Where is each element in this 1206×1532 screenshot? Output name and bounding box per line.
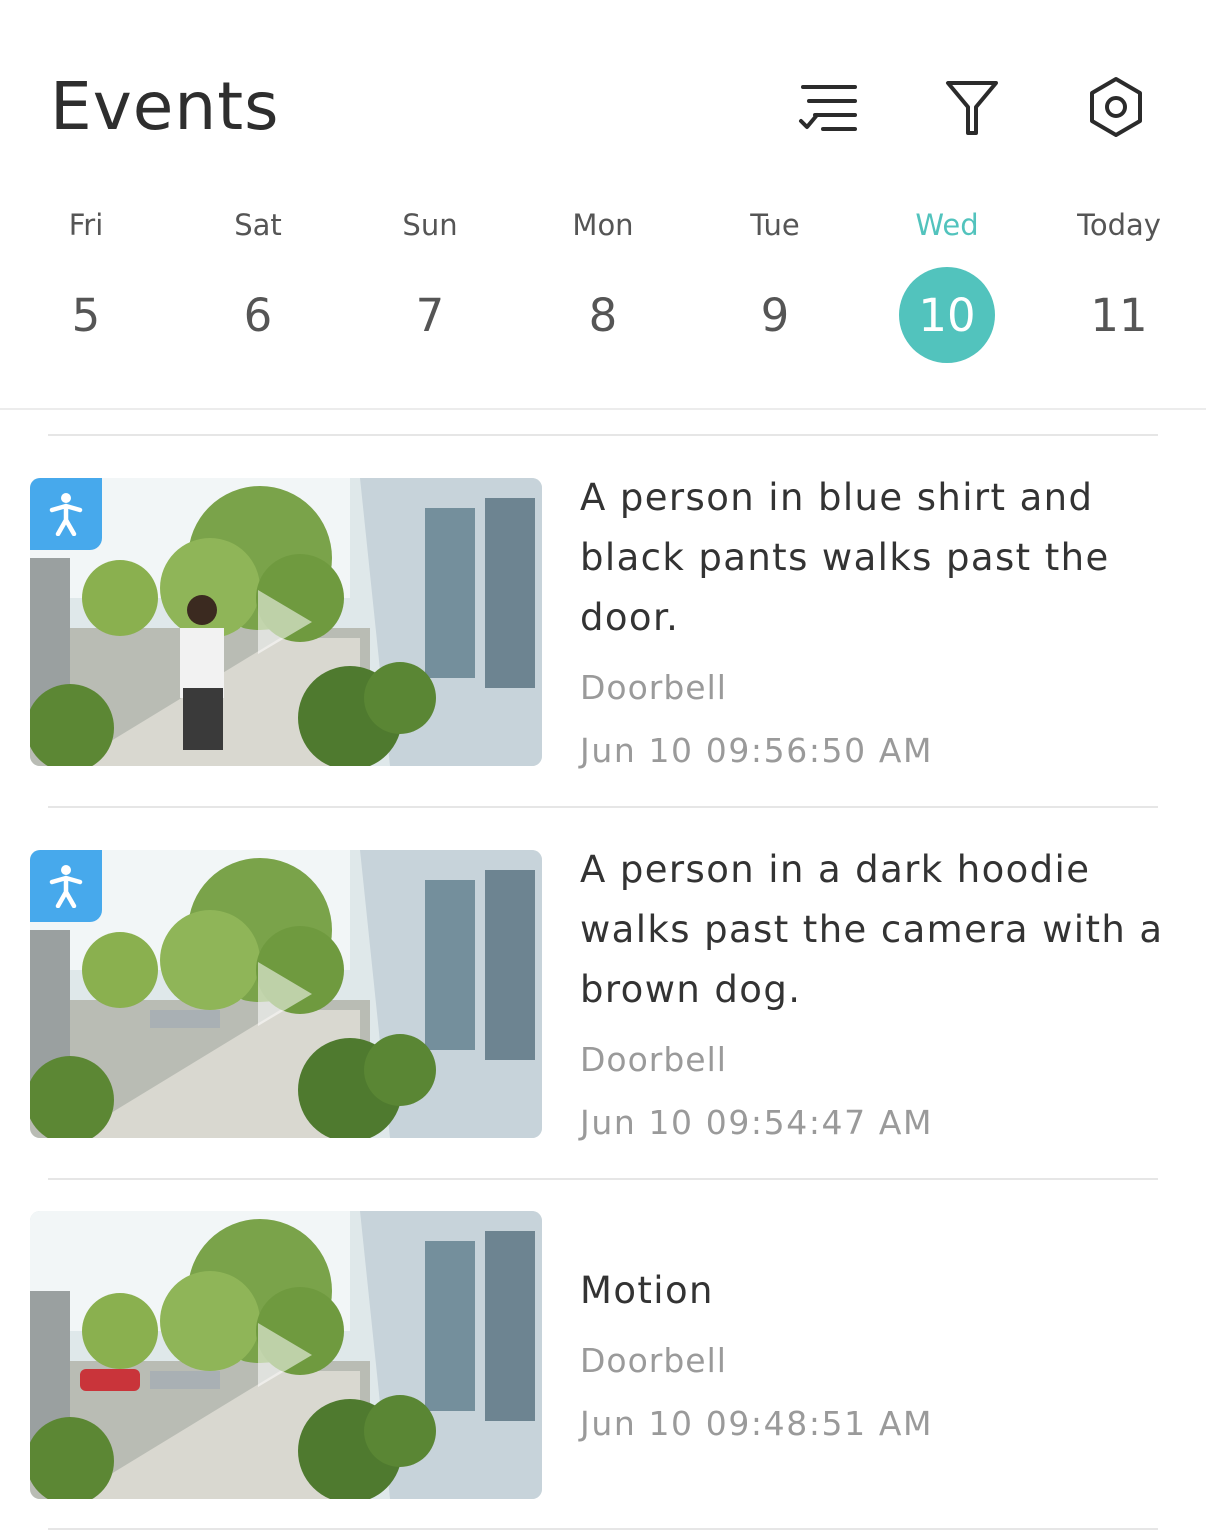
- day-name: Fri: [68, 208, 104, 242]
- day-name: Sat: [234, 208, 282, 242]
- filter-icon: [946, 81, 998, 135]
- day-number: 8: [588, 288, 618, 342]
- divider: [48, 1178, 1158, 1180]
- play-icon[interactable]: [252, 958, 316, 1030]
- event-title: Motion: [580, 1269, 714, 1312]
- event-item[interactable]: Motion Doorbell Jun 10 09:48:51 AM: [0, 1211, 1206, 1511]
- event-thumbnail[interactable]: [30, 1211, 542, 1499]
- day-wed[interactable]: Wed 10: [887, 200, 1007, 370]
- divider: [48, 1528, 1158, 1530]
- event-title: A person in a dark hoodie walks past the…: [580, 848, 1164, 1011]
- day-name: Today: [1077, 208, 1161, 242]
- divider: [48, 806, 1158, 808]
- events-header: Events Fri 5 Sat 6 Sun 7 Mon 8 Tue 9 Wed…: [0, 0, 1206, 410]
- event-source: Doorbell: [580, 668, 727, 707]
- event-source: Doorbell: [580, 1040, 727, 1079]
- event-thumbnail[interactable]: [30, 850, 542, 1138]
- event-time: Jun 10 09:54:47 AM: [580, 1103, 934, 1142]
- day-sun[interactable]: Sun 7: [370, 200, 490, 370]
- day-number: 5: [71, 288, 101, 342]
- event-item[interactable]: A person in a dark hoodie walks past the…: [0, 848, 1206, 1150]
- person-badge: [30, 850, 102, 922]
- day-number: 9: [760, 288, 790, 342]
- day-number-selected: 10: [899, 267, 995, 363]
- day-tue[interactable]: Tue 9: [715, 200, 835, 370]
- day-name: Mon: [572, 208, 634, 242]
- day-number: 7: [415, 288, 445, 342]
- event-thumbnail[interactable]: [30, 478, 542, 766]
- day-name: Tue: [750, 208, 800, 242]
- event-source: Doorbell: [580, 1341, 727, 1380]
- checklist-button[interactable]: [792, 72, 862, 142]
- page-title: Events: [50, 68, 280, 145]
- date-strip: Fri 5 Sat 6 Sun 7 Mon 8 Tue 9 Wed 10 Tod…: [0, 200, 1206, 370]
- day-name: Sun: [402, 208, 458, 242]
- day-number: 11: [1090, 288, 1148, 342]
- settings-icon: [1090, 77, 1142, 137]
- day-mon[interactable]: Mon 8: [543, 200, 663, 370]
- day-number: 6: [243, 288, 273, 342]
- day-today[interactable]: Today 11: [1059, 200, 1179, 370]
- day-fri[interactable]: Fri 5: [26, 200, 146, 370]
- day-sat[interactable]: Sat 6: [198, 200, 318, 370]
- person-icon: [49, 865, 83, 908]
- event-title: A person in blue shirt and black pants w…: [580, 476, 1110, 639]
- divider: [48, 434, 1158, 436]
- filter-button[interactable]: [937, 72, 1007, 142]
- day-name: Wed: [915, 208, 979, 242]
- settings-button[interactable]: [1081, 72, 1151, 142]
- event-item[interactable]: A person in blue shirt and black pants w…: [0, 476, 1206, 778]
- play-icon[interactable]: [252, 1319, 316, 1391]
- event-time: Jun 10 09:48:51 AM: [580, 1404, 934, 1443]
- person-icon: [49, 493, 83, 536]
- checklist-icon: [799, 85, 857, 131]
- event-time: Jun 10 09:56:50 AM: [580, 731, 934, 770]
- person-badge: [30, 478, 102, 550]
- play-icon[interactable]: [252, 586, 316, 658]
